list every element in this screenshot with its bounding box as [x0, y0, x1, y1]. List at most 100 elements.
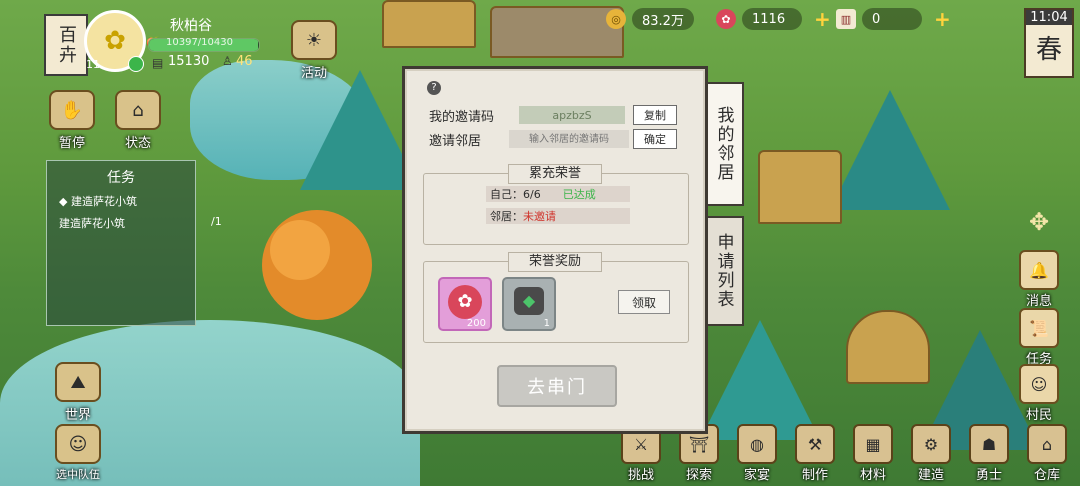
self-progress: 自己：6/6 已达成 — [486, 186, 630, 202]
self-label: 自己：6/6 — [490, 188, 541, 201]
tab-my-neighbors-label: 我的邻居 — [713, 106, 734, 182]
warehouse-button[interactable]: ⌂ 仓库 — [1018, 422, 1076, 486]
craft-label: 制作 — [801, 468, 828, 483]
world-button[interactable]: ⛰ 世界 — [48, 362, 108, 423]
team-label: 选中队伍 — [56, 468, 100, 481]
banquet-button[interactable]: ◍ 家宴 — [728, 422, 786, 486]
team-icon: ☺ — [55, 424, 101, 464]
claim-button[interactable]: 领取 — [618, 290, 670, 314]
pause-label: 暂停 — [58, 136, 85, 151]
quest-button[interactable]: 📜 任务 — [1014, 308, 1064, 367]
activity-button[interactable]: ☀ 活动 — [284, 20, 344, 81]
population-icon: ♙ — [222, 54, 233, 68]
player-card[interactable]: 百卉 ✿ 11 秋柏谷 🍑 10397/10430 ▤ 15130 ♙ 46 — [40, 6, 280, 76]
message-button[interactable]: 🔔 消息 — [1014, 250, 1064, 309]
flower-menu-icon: ✥ — [1028, 208, 1050, 236]
task-marker-icon: ◆ — [59, 195, 71, 208]
warriors-button[interactable]: ☗ 勇士 — [960, 422, 1018, 486]
craft-button[interactable]: ⚒ 制作 — [786, 422, 844, 486]
invite-label: 邀请邻居 — [429, 133, 482, 149]
villagers-label: 村民 — [1025, 408, 1052, 423]
pause-button[interactable]: ✋ 暂停 — [42, 90, 102, 151]
warrior-icon: ☗ — [969, 424, 1009, 464]
build-icon: ⚙ — [911, 424, 951, 464]
challenge-label: 挑战 — [627, 468, 654, 483]
team-button[interactable]: ☺ 选中队伍 — [48, 424, 108, 484]
reward-title: 荣誉奖励 — [508, 252, 602, 272]
my-code-row: 我的邀请码 apzbzS 复制 — [429, 105, 677, 125]
wood-icon: ▤ — [152, 56, 164, 70]
add-flowers-icon[interactable]: + — [814, 7, 831, 31]
online-dot — [128, 56, 144, 72]
scroll-icon: 📜 — [1019, 308, 1059, 348]
my-code-value: apzbzS — [519, 106, 625, 124]
status-button[interactable]: ⌂ 状态 — [108, 90, 168, 151]
villagers-button[interactable]: ☺ 村民 — [1014, 364, 1064, 423]
activity-icon: ☀ — [291, 20, 337, 60]
flowers-value: 1116 — [742, 8, 802, 30]
coin-icon: ◎ — [606, 9, 626, 29]
task-item-label: 建造萨花小筑 — [59, 217, 125, 230]
neighbor-dialog: ? 我的邀请码 apzbzS 复制 邀请邻居 确定 累充荣誉 自己：6/6 已达… — [402, 66, 708, 434]
visit-button[interactable]: 去串门 — [497, 365, 617, 407]
hammer-icon: ⚒ — [795, 424, 835, 464]
flowers-resource[interactable]: ✿ 1116 + — [716, 7, 831, 31]
ticket-icon: ▥ — [836, 9, 856, 29]
reward2-count: 1 — [543, 318, 550, 329]
orange-tree — [270, 220, 330, 280]
villager-icon: ☺ — [1019, 364, 1059, 404]
wood-count: 15130 — [168, 54, 210, 69]
copy-button[interactable]: 复制 — [633, 105, 677, 125]
neighbor-progress: 邻居： 未邀请 — [486, 208, 630, 224]
message-label: 消息 — [1025, 294, 1052, 309]
season-clock[interactable]: 11:04 春 — [1024, 8, 1074, 78]
reward-flower-slot[interactable]: ✿ 200 — [438, 277, 492, 331]
invite-code-input[interactable] — [509, 130, 629, 148]
hut — [490, 6, 624, 58]
hut — [382, 0, 476, 48]
server-badge: 百卉 — [44, 14, 88, 76]
task-panel[interactable]: 任务 ◆ 建造萨花小筑 建造萨花小筑 /1 — [46, 160, 222, 326]
warriors-label: 勇士 — [975, 468, 1002, 483]
settings-button[interactable]: ✥ — [1014, 204, 1064, 240]
warehouse-label: 仓库 — [1033, 468, 1060, 483]
build-button[interactable]: ⚙ 建造 — [902, 422, 960, 486]
activity-label: 活动 — [300, 66, 327, 81]
world-icon: ⛰ — [55, 362, 101, 402]
reward1-count: 200 — [466, 318, 486, 329]
planks-icon: ▦ — [853, 424, 893, 464]
my-code-label: 我的邀请码 — [429, 109, 495, 125]
tickets-resource[interactable]: ▥ 0 + — [836, 7, 951, 31]
mountain — [830, 90, 950, 210]
self-status: 已达成 — [562, 188, 596, 201]
reward-section: 荣誉奖励 ✿ 200 ◆ 1 领取 — [423, 252, 689, 343]
player-name: 秋柏谷 — [170, 18, 212, 34]
player-level: 11 — [86, 58, 100, 71]
neighbor-status: 未邀请 — [523, 210, 556, 223]
explore-label: 探索 — [685, 468, 712, 483]
task-progress: /1 — [211, 215, 222, 228]
reward-jade-slot[interactable]: ◆ 1 — [502, 277, 556, 331]
bell-icon: 🔔 — [1019, 250, 1059, 290]
task-item[interactable]: 建造萨花小筑 — [59, 215, 195, 231]
coins-resource[interactable]: ◎ 83.2万 — [606, 8, 694, 30]
tab-apply-list[interactable]: 申请列表 — [704, 216, 744, 326]
confirm-button[interactable]: 确定 — [633, 129, 677, 149]
coins-value: 83.2万 — [632, 8, 694, 30]
build-label: 建造 — [917, 468, 944, 483]
warehouse-icon: ⌂ — [1027, 424, 1067, 464]
clock-time: 11:04 — [1026, 10, 1072, 25]
invite-row: 邀请邻居 确定 — [429, 129, 677, 149]
world-label: 世界 — [64, 408, 91, 423]
jade-stone-icon: ◆ — [514, 287, 544, 315]
task-item[interactable]: ◆ 建造萨花小筑 — [59, 193, 195, 209]
tickets-value: 0 — [862, 8, 922, 30]
population-count: 46 — [236, 54, 253, 69]
tab-apply-list-label: 申请列表 — [713, 233, 734, 309]
help-icon[interactable]: ? — [427, 81, 441, 95]
materials-button[interactable]: ▦ 材料 — [844, 422, 902, 486]
tab-my-neighbors[interactable]: 我的邻居 — [704, 82, 744, 206]
add-tickets-icon[interactable]: + — [934, 7, 951, 31]
banquet-label: 家宴 — [743, 468, 770, 483]
honor-section: 累充荣誉 自己：6/6 已达成 邻居： 未邀请 — [423, 164, 689, 245]
